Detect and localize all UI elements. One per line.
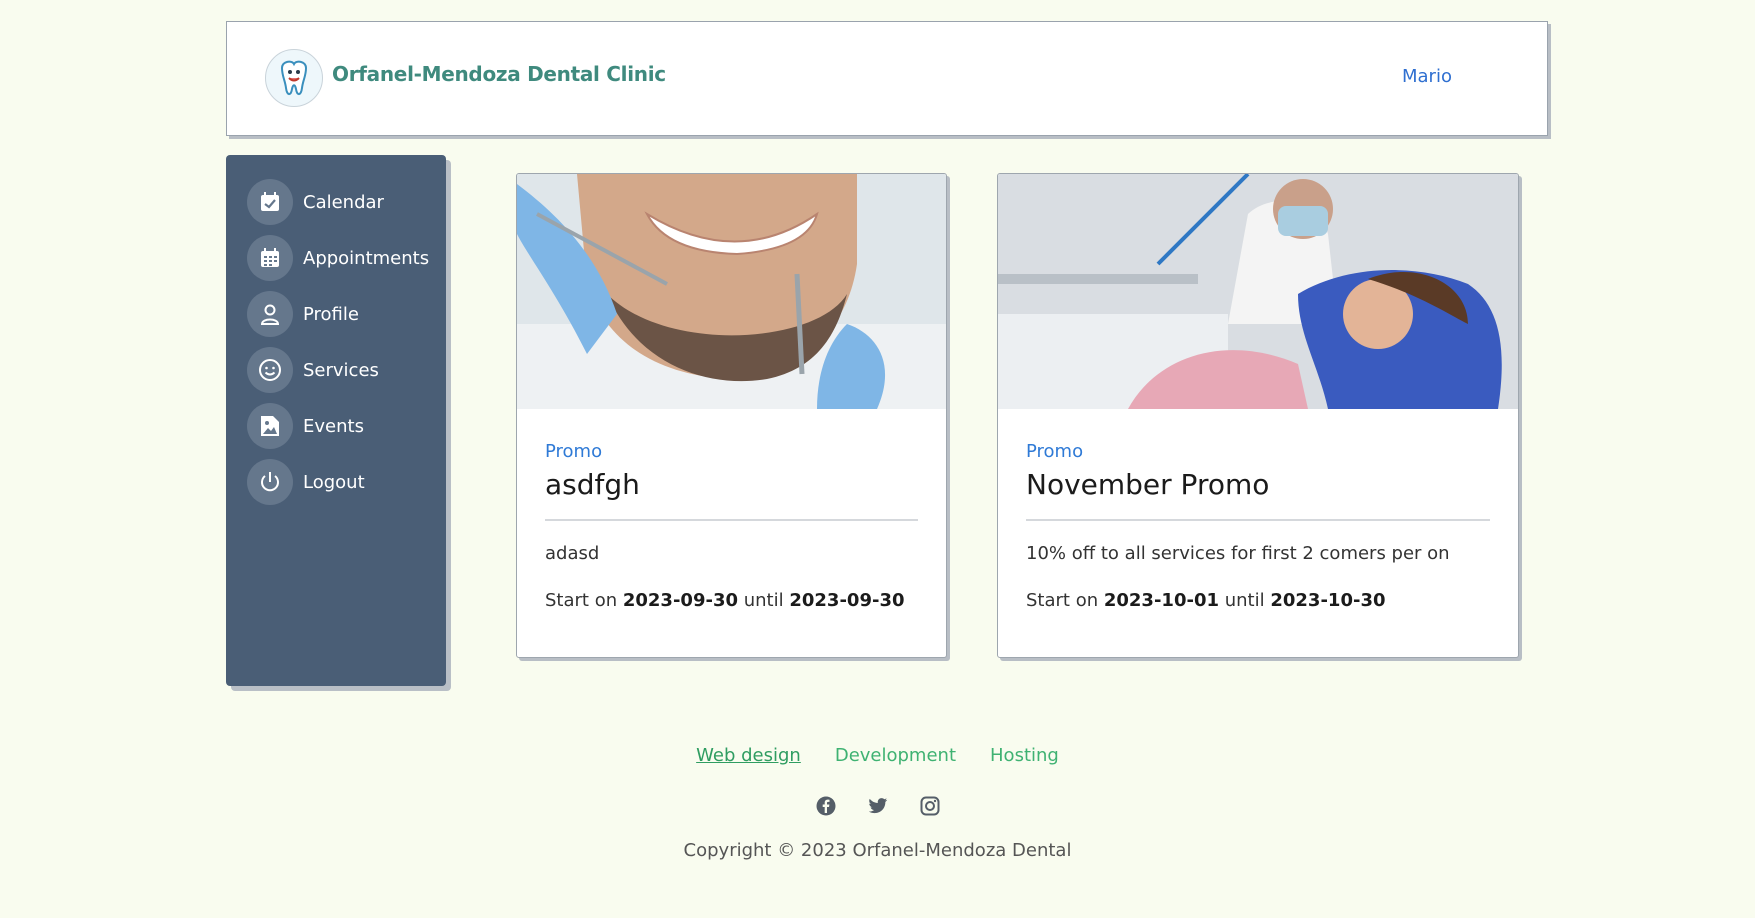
sidebar-item-services[interactable]: Services <box>247 347 437 393</box>
calendar-check-icon <box>247 179 293 225</box>
footer-link-web-design[interactable]: Web design <box>696 745 801 766</box>
clinic-logo[interactable] <box>265 49 323 107</box>
sidebar-item-label: Logout <box>303 471 365 493</box>
end-date: 2023-10-30 <box>1270 590 1386 611</box>
sidebar-item-events[interactable]: Events <box>247 403 437 449</box>
user-menu-link[interactable]: Mario <box>1402 66 1452 87</box>
promo-card[interactable]: Promo November Promo 10% off to all serv… <box>997 173 1519 658</box>
card-dates: Start on 2023-09-30 until 2023-09-30 <box>545 590 918 611</box>
user-icon <box>247 291 293 337</box>
card-description: 10% off to all services for first 2 come… <box>1026 543 1450 564</box>
smile-icon <box>247 347 293 393</box>
calendar-grid-icon <box>247 235 293 281</box>
sidebar-item-label: Events <box>303 415 364 437</box>
promo-image-smile <box>517 174 946 409</box>
card-tag: Promo <box>545 441 603 462</box>
image-file-icon <box>247 403 293 449</box>
start-prefix: Start on <box>545 590 618 611</box>
footer-link-hosting[interactable]: Hosting <box>990 745 1059 766</box>
card-divider <box>1026 519 1490 521</box>
card-title: asdfgh <box>545 468 640 501</box>
card-tag: Promo <box>1026 441 1084 462</box>
footer-links: Web design Development Hosting <box>0 745 1755 766</box>
footer-link-development[interactable]: Development <box>835 745 956 766</box>
sidebar-item-calendar[interactable]: Calendar <box>247 179 437 225</box>
tooth-logo-icon <box>280 60 308 96</box>
sidebar-nav: Calendar Appointments Profile Services E… <box>226 155 446 686</box>
end-date: 2023-09-30 <box>789 590 905 611</box>
card-description: adasd <box>545 543 600 564</box>
power-icon <box>247 459 293 505</box>
top-header: Orfanel-Mendoza Dental Clinic Mario <box>226 21 1548 136</box>
twitter-icon[interactable] <box>867 795 889 817</box>
card-title: November Promo <box>1026 468 1270 501</box>
sidebar-item-label: Appointments <box>303 247 430 269</box>
facebook-icon[interactable] <box>815 795 837 817</box>
until-word: until <box>1224 590 1265 611</box>
until-word: until <box>743 590 784 611</box>
promo-image-dentist <box>998 174 1518 409</box>
sidebar-item-label: Calendar <box>303 191 384 213</box>
start-date: 2023-10-01 <box>1103 590 1219 611</box>
promo-card[interactable]: Promo asdfgh adasd Start on 2023-09-30 u… <box>516 173 947 658</box>
sidebar-item-logout[interactable]: Logout <box>247 459 437 505</box>
sidebar-item-label: Profile <box>303 303 359 325</box>
start-date: 2023-09-30 <box>622 590 738 611</box>
social-links <box>0 795 1755 817</box>
card-dates: Start on 2023-10-01 until 2023-10-30 <box>1026 590 1490 611</box>
sidebar-item-appointments[interactable]: Appointments <box>247 235 437 281</box>
sidebar-item-label: Services <box>303 359 379 381</box>
clinic-name[interactable]: Orfanel-Mendoza Dental Clinic <box>332 62 666 86</box>
card-divider <box>545 519 918 521</box>
instagram-icon[interactable] <box>919 795 941 817</box>
sidebar-item-profile[interactable]: Profile <box>247 291 437 337</box>
copyright-text: Copyright © 2023 Orfanel-Mendoza Dental <box>683 840 1072 861</box>
start-prefix: Start on <box>1026 590 1099 611</box>
